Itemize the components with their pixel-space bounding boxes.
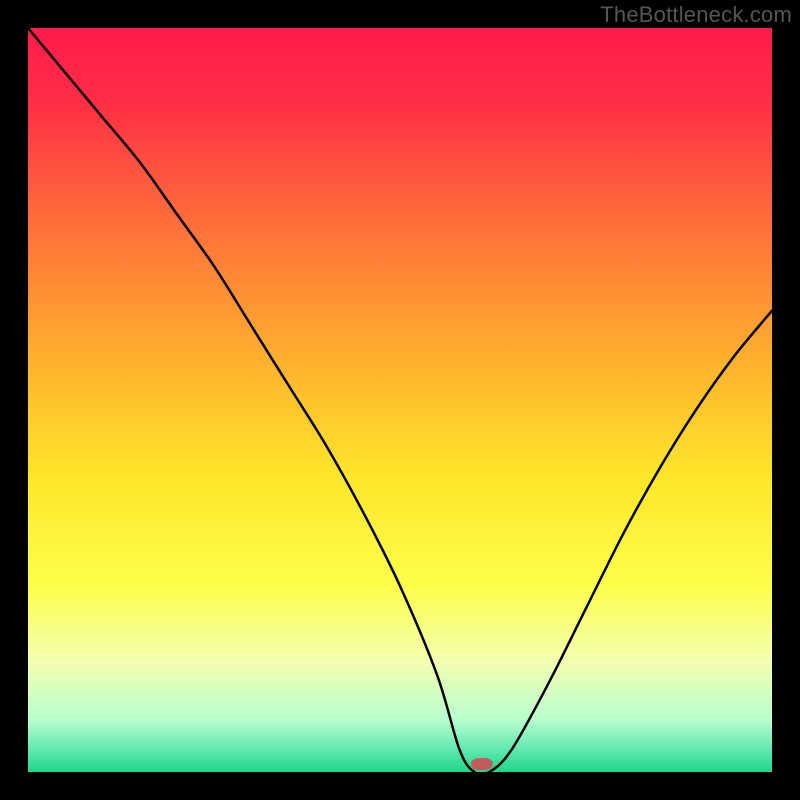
watermark-text: TheBottleneck.com xyxy=(600,2,792,28)
bottleneck-chart xyxy=(0,0,800,800)
optimum-marker xyxy=(471,758,493,770)
chart-frame: TheBottleneck.com xyxy=(0,0,800,800)
chart-gradient-background xyxy=(28,28,772,772)
